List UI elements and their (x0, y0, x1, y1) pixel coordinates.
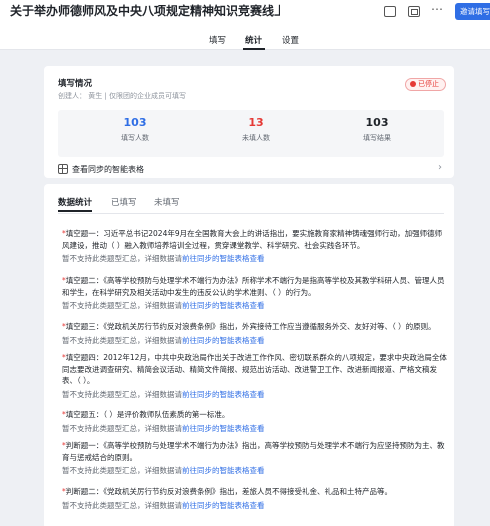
question-note: 暂不支持此类题型汇总，详细数据请前往同步的智能表格查看 (62, 423, 265, 433)
tab-stats[interactable]: 统计 (245, 34, 262, 46)
question-note: 暂不支持此类题型汇总，详细数据请前往同步的智能表格查看 (62, 301, 265, 311)
question-item: *判断题二：《党政机关厉行节约反对浪费条例》指出，差旅人员不得接受礼金、礼品和土… (62, 486, 447, 511)
sync-link[interactable]: 前往同步的智能表格查看 (182, 466, 265, 475)
status-badge: 已停止 (405, 78, 446, 91)
active-tab-underline (243, 48, 265, 50)
question-note: 暂不支持此类题型汇总，详细数据请前往同步的智能表格查看 (62, 500, 265, 510)
save-icon[interactable] (384, 6, 396, 17)
tab-data-stats[interactable]: 数据统计 (58, 196, 92, 208)
stats-panel: 103 填写人数 13 未填人数 103 填写结果 (58, 110, 444, 157)
sync-link[interactable]: 前往同步的智能表格查看 (182, 336, 265, 345)
question-text: *填空题二：《高等学校预防与处理学术不端行为办法》所称学术不端行为是指高等学校及… (62, 276, 445, 297)
stat-value: 103 (123, 116, 147, 129)
sync-link[interactable]: 前往同步的智能表格查看 (182, 424, 265, 433)
question-item: *填空题五：（ ）是评价教师队伍素质的第一标准。 暂不支持此类题型汇总，详细数据… (62, 409, 447, 434)
chevron-right-icon: › (438, 162, 442, 173)
stop-icon (410, 80, 416, 87)
question-text: *判断题一：《高等学校预防与处理学术不端行为办法》指出，高等学校预防与处理学术不… (62, 441, 445, 462)
question-note: 暂不支持此类题型汇总，详细数据请前往同步的智能表格查看 (62, 335, 265, 345)
tab-settings[interactable]: 设置 (282, 34, 299, 46)
divider (58, 213, 444, 214)
main-tabs: 填写 统计 设置 (0, 34, 490, 50)
results-card: 数据统计 已填写 未填写 *填空题一：习近平总书记2024年9月在全国教育大会上… (44, 184, 454, 526)
stat-label: 填写结果 (363, 134, 391, 142)
invite-button[interactable]: 邀请填写 (455, 3, 490, 20)
question-text: *填空题一：习近平总书记2024年9月在全国教育大会上的讲话指出，要实施教育家精… (62, 229, 443, 250)
question-text: *填空题四：2012年12月，中共中央政治局作出关于改进工作作风、密切联系群众的… (62, 353, 447, 386)
sync-label: 查看同步的智能表格 (72, 165, 144, 174)
sync-link[interactable]: 前往同步的智能表格查看 (182, 501, 265, 510)
question-item: *填空题三：《党政机关厉行节约反对浪费条例》指出，外宾接待工作应当遵循服务外交、… (62, 321, 447, 346)
active-tab-underline (58, 210, 92, 212)
question-text: *填空题三：《党政机关厉行节约反对浪费条例》指出，外宾接待工作应当遵循服务外交、… (62, 322, 436, 331)
question-text: *判断题二：《党政机关厉行节约反对浪费条例》指出，差旅人员不得接受礼金、礼品和土… (62, 487, 392, 496)
stat-label: 未填人数 (242, 134, 270, 142)
question-item: *填空题二：《高等学校预防与处理学术不端行为办法》所称学术不端行为是指高等学校及… (62, 275, 447, 311)
stat-value: 103 (365, 116, 389, 129)
page-title: 关于举办师德师风及中央八项规定精神知识竞赛线上答… (10, 4, 280, 18)
tab-unfilled[interactable]: 未填写 (154, 196, 180, 208)
stat-results[interactable]: 103 填写结果 (322, 116, 432, 143)
top-bar: 关于举办师德师风及中央八项规定精神知识竞赛线上答… ⋯ 邀请填写 填写 统计 设… (0, 0, 490, 50)
question-text: *填空题五：（ ）是评价教师队伍素质的第一标准。 (62, 410, 230, 419)
stat-filled[interactable]: 103 填写人数 (80, 116, 190, 143)
creator-line: 创建人： 黄生 | 仅限团的企业成员可填写 (58, 92, 187, 100)
question-note: 暂不支持此类题型汇总，详细数据请前往同步的智能表格查看 (62, 389, 265, 399)
question-item: *填空题四：2012年12月，中共中央政治局作出关于改进工作作风、密切联系群众的… (62, 352, 447, 400)
question-item: *填空题一：习近平总书记2024年9月在全国教育大会上的讲话指出，要实施教育家精… (62, 228, 447, 264)
stat-label: 填写人数 (121, 134, 149, 142)
stat-unfilled[interactable]: 13 未填人数 (201, 116, 311, 143)
question-item: *判断题一：《高等学校预防与处理学术不端行为办法》指出，高等学校预防与处理学术不… (62, 440, 447, 476)
tab-filled[interactable]: 已填写 (111, 196, 137, 208)
sync-table-link[interactable]: 查看同步的智能表格 › (58, 162, 444, 176)
tab-fill[interactable]: 填写 (209, 34, 226, 46)
question-note: 暂不支持此类题型汇总，详细数据请前往同步的智能表格查看 (62, 254, 265, 264)
status-label: 已停止 (418, 80, 439, 88)
question-note: 暂不支持此类题型汇总，详细数据请前往同步的智能表格查看 (62, 466, 265, 476)
sync-link[interactable]: 前往同步的智能表格查看 (182, 254, 265, 263)
more-icon[interactable]: ⋯ (431, 2, 444, 16)
copy-icon[interactable] (408, 6, 420, 17)
overview-heading: 填写情况 (58, 79, 93, 89)
overview-card: 填写情况 创建人： 黄生 | 仅限团的企业成员可填写 已停止 103 填写人数 … (44, 66, 454, 178)
stat-value: 13 (248, 116, 264, 129)
sync-link[interactable]: 前往同步的智能表格查看 (182, 390, 265, 399)
sync-link[interactable]: 前往同步的智能表格查看 (182, 301, 265, 310)
table-icon (58, 164, 68, 174)
